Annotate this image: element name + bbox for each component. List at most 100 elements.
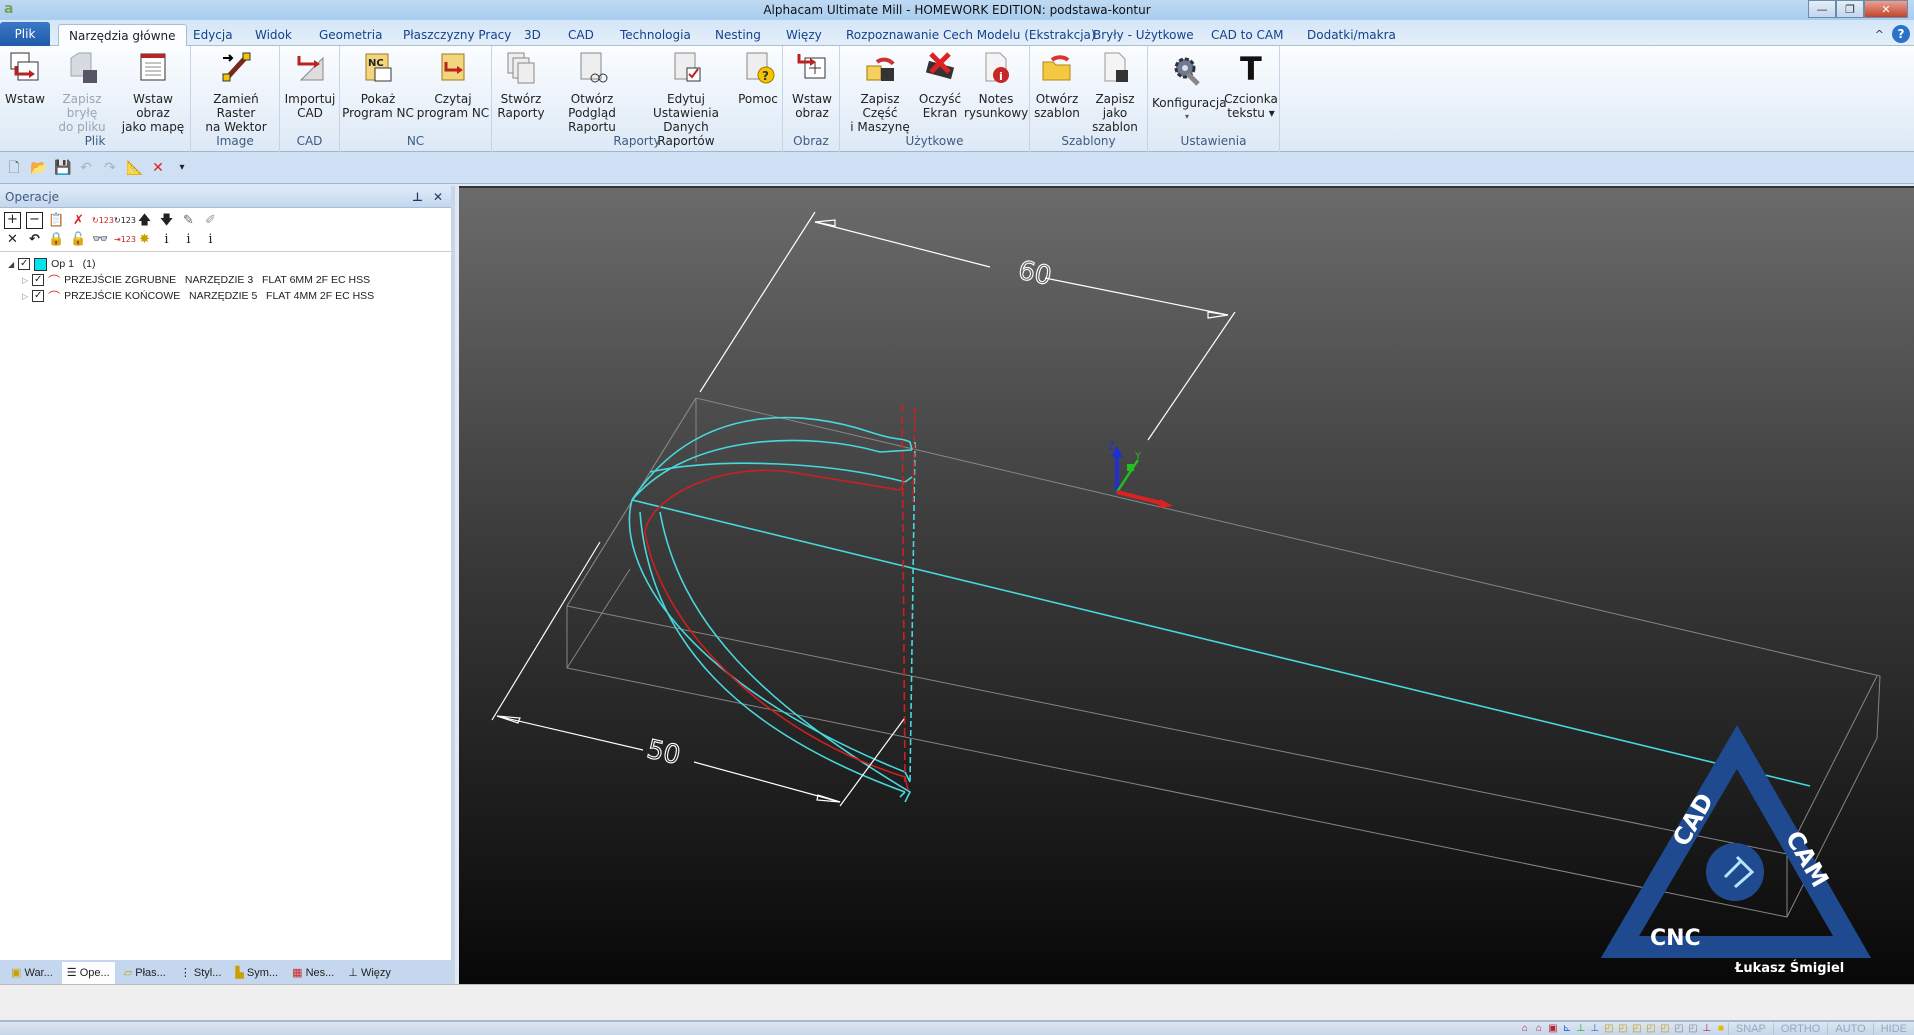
find-icon[interactable]: 👓 bbox=[92, 231, 109, 248]
open-icon[interactable]: 📂 bbox=[30, 160, 47, 176]
cube-1-icon[interactable]: ◰ bbox=[1602, 1023, 1616, 1035]
finishing-checkbox[interactable]: ✓ bbox=[32, 290, 45, 302]
operation-list-icon[interactable]: 📋 bbox=[48, 212, 65, 229]
tab-cad[interactable]: CAD bbox=[558, 24, 604, 46]
info-find-icon[interactable]: i bbox=[180, 231, 197, 248]
workplane-origin-icon[interactable]: ⊥ bbox=[1700, 1023, 1714, 1035]
wstaw-obraz-button[interactable]: Wstaw obraz bbox=[787, 50, 837, 120]
new-icon[interactable]: 🗋 bbox=[6, 160, 22, 176]
lock-icon[interactable]: 🔒 bbox=[48, 231, 65, 248]
collapse-all-icon[interactable]: − bbox=[26, 212, 43, 229]
tab-wiezy[interactable]: Więzy bbox=[776, 24, 832, 46]
tab-narzedzia-glowne[interactable]: Narzędzia główne bbox=[58, 24, 187, 46]
axes-2-icon[interactable]: ⊥ bbox=[1574, 1023, 1588, 1035]
tab-widok[interactable]: Widok bbox=[245, 24, 302, 46]
solid-square-icon[interactable]: ■ bbox=[1714, 1023, 1728, 1035]
undo-icon[interactable]: ↶ bbox=[78, 160, 94, 176]
minimize-button[interactable]: — bbox=[1808, 0, 1836, 18]
importuj-cad-button[interactable]: Importuj CAD bbox=[284, 50, 336, 120]
wstaw-button[interactable]: Wstaw bbox=[2, 50, 48, 106]
delete-operations-icon[interactable]: ✗ bbox=[70, 212, 87, 229]
tab-plik[interactable]: Plik bbox=[0, 22, 50, 46]
tree-node-finishing[interactable]: ▷ ✓ ⌒ PRZEJŚCIE KOŃCOWE NARZĘDZIE 5 FLAT… bbox=[8, 288, 443, 304]
tab-nesting[interactable]: Nesting bbox=[705, 24, 771, 46]
collapse-arrow-icon[interactable]: ▷ bbox=[22, 276, 28, 285]
tree-node-op1[interactable]: ◢ ✓ Op 1 (1) bbox=[8, 256, 443, 272]
tab-dodatki-makra[interactable]: Dodatki/makra bbox=[1297, 24, 1406, 46]
panel-close-icon[interactable]: ✕ bbox=[433, 186, 443, 208]
collapse-arrow-icon[interactable]: ▷ bbox=[22, 292, 28, 301]
snap-toggle[interactable]: SNAP bbox=[1727, 1022, 1773, 1035]
restore-button[interactable]: ❐ bbox=[1836, 0, 1864, 18]
tab-plas[interactable]: ▱ Płas... bbox=[119, 962, 171, 984]
pomoc-raporty-button[interactable]: ? Pomoc bbox=[736, 50, 780, 106]
cube-2-icon[interactable]: ◰ bbox=[1616, 1023, 1630, 1035]
tab-3d[interactable]: 3D bbox=[514, 24, 551, 46]
renumber-red-icon[interactable]: ↻123 bbox=[92, 212, 114, 229]
tab-bryly-uzytkowe[interactable]: Bryły - Użytkowe bbox=[1083, 24, 1204, 46]
save-icon[interactable]: 💾 bbox=[54, 160, 71, 176]
redo-icon[interactable]: ↷ bbox=[102, 160, 118, 176]
tab-rozpoznawanie-cech[interactable]: Rozpoznawanie Cech Modelu (Ekstrakcja) bbox=[836, 24, 1106, 46]
stworz-raporty-button[interactable]: Stwórz Raporty bbox=[496, 50, 546, 120]
view-box-icon[interactable]: ▣ bbox=[1546, 1023, 1560, 1035]
info-view-icon[interactable]: i bbox=[158, 231, 175, 248]
axes-3-icon[interactable]: ⊥ bbox=[1588, 1023, 1602, 1035]
tab-styl[interactable]: ⋮ Styl... bbox=[175, 962, 227, 984]
set-number-icon[interactable]: ⇥123 bbox=[114, 231, 136, 248]
notes-rysunkowy-button[interactable]: i Notes rysunkowy bbox=[964, 50, 1028, 120]
zapisz-bryle-button[interactable]: Zapisz bryłę do pliku bbox=[50, 50, 114, 134]
axes-1-icon[interactable]: ⊾ bbox=[1560, 1023, 1574, 1035]
cube-4-icon[interactable]: ◰ bbox=[1644, 1023, 1658, 1035]
konfiguracja-button[interactable]: Konfiguracja ▾ bbox=[1152, 54, 1227, 124]
expand-arrow-icon[interactable]: ◢ bbox=[8, 260, 14, 269]
op1-checkbox[interactable]: ✓ bbox=[18, 258, 31, 270]
close-button[interactable]: ✕ bbox=[1864, 0, 1908, 18]
expand-all-icon[interactable]: + bbox=[4, 212, 21, 229]
help-icon[interactable]: ? bbox=[1892, 25, 1910, 43]
undo-op-icon[interactable]: ↶ bbox=[26, 231, 43, 248]
tree-node-roughing[interactable]: ▷ ✓ ⌒ PRZEJŚCIE ZGRUBNE NARZĘDZIE 3 FLAT… bbox=[8, 272, 443, 288]
czcionka-tekstu-button[interactable]: T Czcionka tekstu ▾ bbox=[1224, 50, 1278, 120]
tab-cad-to-cam[interactable]: CAD to CAM bbox=[1201, 24, 1293, 46]
tab-wiezy[interactable]: ⊥ Więzy bbox=[343, 962, 396, 984]
czytaj-program-nc-button[interactable]: Czytaj program NC bbox=[416, 50, 490, 120]
oczysc-ekran-button[interactable]: Oczyść Ekran bbox=[918, 50, 962, 120]
zapisz-jako-szablon-button[interactable]: Zapisz jako szablon bbox=[1084, 50, 1146, 134]
zamien-raster-button[interactable]: Zamień Raster na Wektor bbox=[195, 50, 277, 134]
edit-magic-icon[interactable]: ✐ bbox=[202, 212, 219, 229]
graphics-viewport[interactable]: 60 50 Z Y CAD CAM CNC Łukasz Śmigiel bbox=[459, 186, 1914, 984]
tab-geometria[interactable]: Geometria bbox=[309, 24, 392, 46]
view-3d-icon[interactable]: ⌂ bbox=[1518, 1023, 1532, 1035]
move-down-icon[interactable]: 🡇 bbox=[158, 212, 175, 229]
view-top-icon[interactable]: ⌂ bbox=[1532, 1023, 1546, 1035]
cube-6-icon[interactable]: ◰ bbox=[1672, 1023, 1686, 1035]
customize-icon[interactable]: ▾ bbox=[174, 160, 190, 176]
cube-3-icon[interactable]: ◰ bbox=[1630, 1023, 1644, 1035]
otworz-szablon-button[interactable]: Otwórz szablon bbox=[1032, 50, 1082, 120]
cube-7-icon[interactable]: ◰ bbox=[1686, 1023, 1700, 1035]
hide-toggle[interactable]: HIDE bbox=[1872, 1022, 1914, 1035]
tab-sym[interactable]: ▙ Sym... bbox=[230, 962, 283, 984]
pin-icon[interactable]: ⊥ bbox=[412, 186, 423, 208]
tab-war[interactable]: ▣ War... bbox=[6, 962, 58, 984]
info-move-icon[interactable]: i bbox=[202, 231, 219, 248]
edit-icon[interactable]: ✎ bbox=[180, 212, 197, 229]
tab-nes[interactable]: ▦ Nes... bbox=[287, 962, 339, 984]
auto-toggle[interactable]: AUTO bbox=[1827, 1022, 1872, 1035]
collapse-ribbon-icon[interactable]: ^ bbox=[1875, 28, 1884, 41]
otworz-podglad-raportu-button[interactable]: Otwórz Podgląd Raportu bbox=[548, 50, 636, 134]
pokaz-program-nc-button[interactable]: NC Pokaż Program NC bbox=[342, 50, 414, 120]
wstaw-obraz-mape-button[interactable]: Wstaw obraz jako mapę bbox=[117, 50, 189, 134]
roughing-checkbox[interactable]: ✓ bbox=[32, 274, 45, 286]
tab-plaszczyzny-pracy[interactable]: Płaszczyzny Pracy bbox=[393, 24, 521, 46]
tab-edycja[interactable]: Edycja bbox=[183, 24, 243, 46]
unlock-icon[interactable]: 🔓 bbox=[70, 231, 87, 248]
delete-icon[interactable]: ✕ bbox=[150, 160, 166, 176]
explode-icon[interactable]: ✸ bbox=[136, 231, 153, 248]
ortho-toggle[interactable]: ORTHO bbox=[1772, 1022, 1828, 1035]
cube-5-icon[interactable]: ◰ bbox=[1658, 1023, 1672, 1035]
zapisz-czesc-maszyne-button[interactable]: Zapisz Część i Maszynę bbox=[844, 50, 916, 134]
tab-technologia[interactable]: Technologia bbox=[610, 24, 701, 46]
tab-ope[interactable]: ☰ Ope... bbox=[61, 962, 115, 984]
